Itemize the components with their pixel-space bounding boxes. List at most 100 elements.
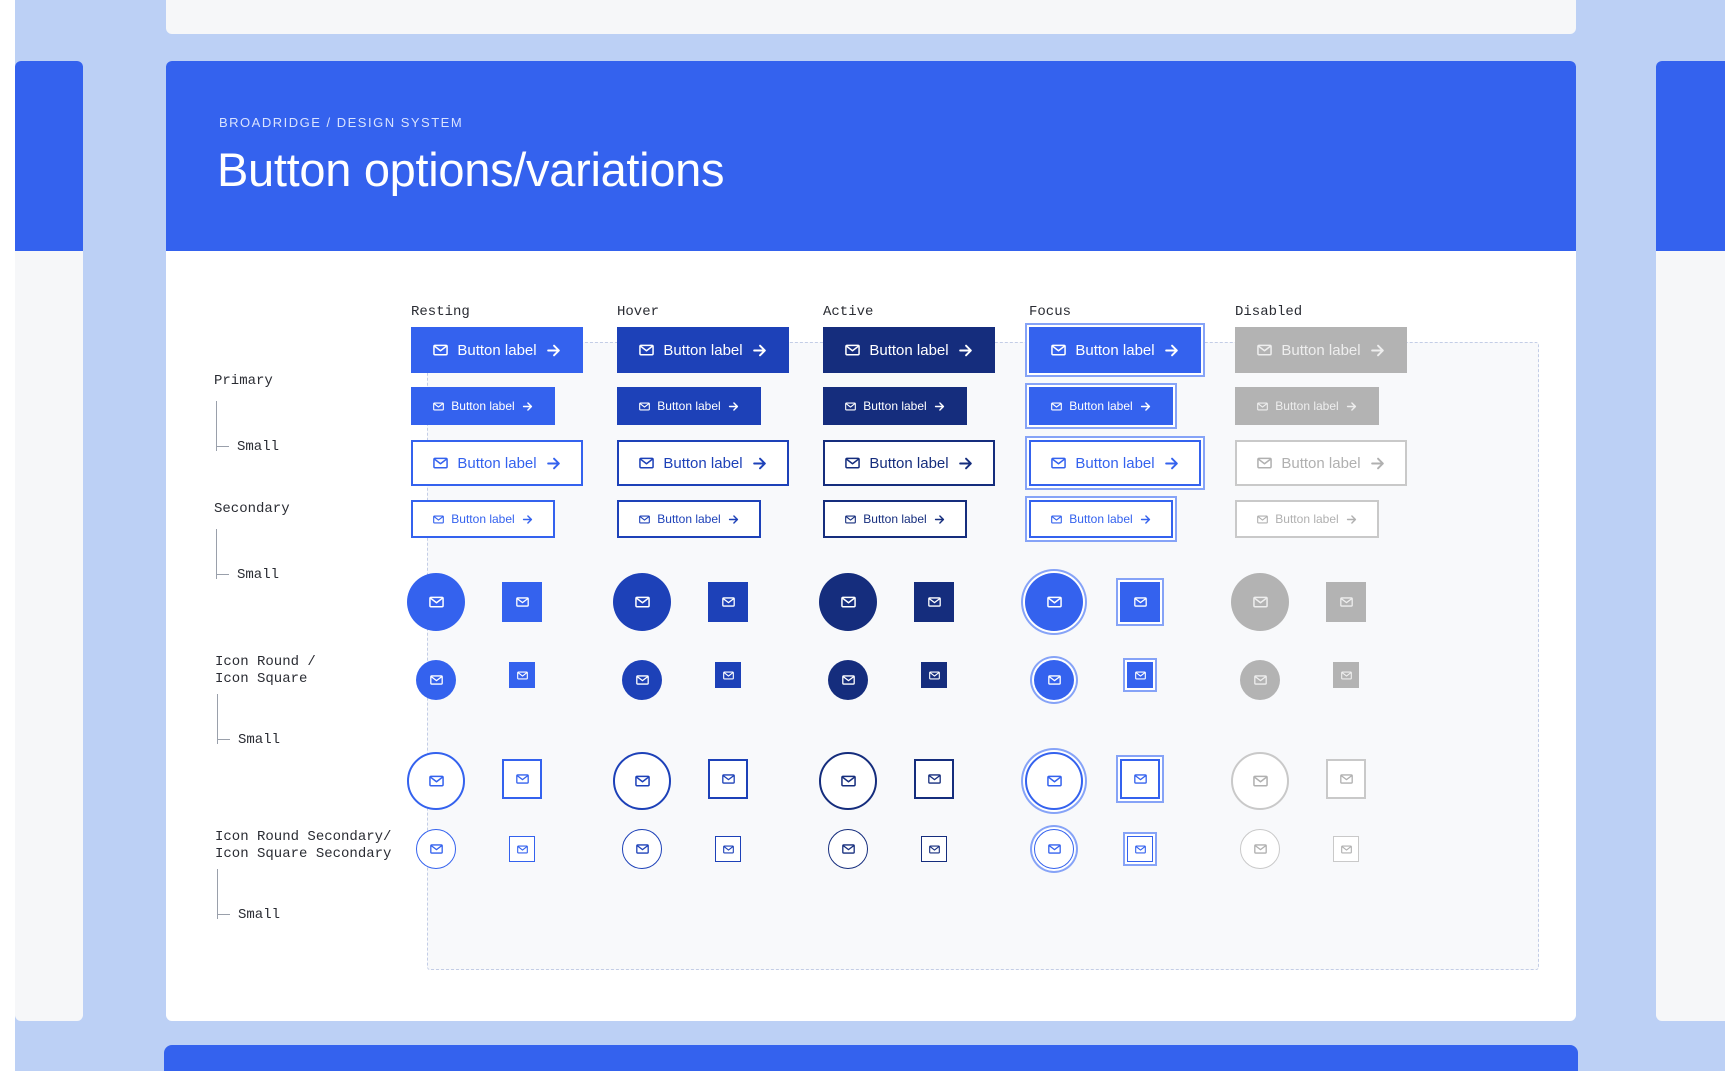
- icon-square-secondary-small-button-disabled: [1326, 759, 1366, 799]
- primary-button-hover[interactable]: Button label: [617, 327, 789, 373]
- row-label-icon-secondary: Icon Round Secondary/ Icon Square Second…: [215, 829, 391, 863]
- icon-square-secondary-small-button-resting[interactable]: [502, 759, 542, 799]
- arrow-right-icon: [728, 514, 739, 525]
- button-label: Button label: [663, 454, 743, 472]
- icon-round-secondary-small-button-active[interactable]: [828, 829, 868, 869]
- icon-round-secondary-button-hover[interactable]: [613, 752, 671, 810]
- primary-button-small-focus[interactable]: Button label: [1029, 387, 1173, 425]
- mail-icon: [927, 774, 941, 784]
- primary-button-small-disabled: Button label: [1235, 387, 1379, 425]
- icon-round-small-button-hover[interactable]: [622, 660, 662, 700]
- mail-icon: [1339, 774, 1353, 784]
- row-label-primary-small: Small: [216, 401, 286, 455]
- secondary-button-hover[interactable]: Button label: [617, 440, 789, 486]
- arrow-right-icon: [522, 401, 533, 412]
- mail-icon: [1252, 775, 1268, 787]
- mail-icon: [1134, 671, 1146, 680]
- button-variations-grid: [427, 342, 1539, 970]
- secondary-button-focus[interactable]: Button label: [1029, 440, 1201, 486]
- icon-square-small-button-hover[interactable]: [715, 662, 741, 688]
- secondary-button-small-resting[interactable]: Button label: [411, 500, 555, 538]
- icon-round-small-button-active[interactable]: [828, 660, 868, 700]
- mail-icon: [634, 596, 650, 608]
- icon-square-secondary-small-button-focus[interactable]: [1120, 759, 1160, 799]
- arrow-right-icon: [1346, 514, 1357, 525]
- button-label: Button label: [1275, 512, 1339, 526]
- icon-square-secondary-small-button-hover[interactable]: [708, 759, 748, 799]
- icon-round-button-resting[interactable]: [407, 573, 465, 631]
- previous-slide-card: [15, 61, 83, 1021]
- icon-square-secondary-small-button-resting[interactable]: [509, 836, 535, 862]
- icon-square-small-button-hover[interactable]: [708, 582, 748, 622]
- secondary-button-small-hover[interactable]: Button label: [617, 500, 761, 538]
- primary-button-active[interactable]: Button label: [823, 327, 995, 373]
- icon-square-secondary-small-button-hover[interactable]: [715, 836, 741, 862]
- icon-round-secondary-small-button-resting[interactable]: [416, 829, 456, 869]
- icon-round-secondary-small-button-focus[interactable]: [1034, 829, 1074, 869]
- mail-icon: [927, 597, 941, 607]
- icon-square-small-button-focus[interactable]: [1127, 662, 1153, 688]
- design-system-slide: BROADRIDGE / DESIGN SYSTEM Button option…: [166, 61, 1576, 1021]
- icon-round-small-button-focus[interactable]: [1034, 660, 1074, 700]
- small-label: Small: [237, 567, 280, 583]
- mail-icon: [1257, 402, 1269, 411]
- icon-round-button-hover[interactable]: [613, 573, 671, 631]
- icon-square-small-button-resting[interactable]: [509, 662, 535, 688]
- icon-round-secondary-button-active[interactable]: [819, 752, 877, 810]
- row-label-icon-small: Small: [217, 694, 287, 748]
- button-label: Button label: [457, 341, 537, 359]
- secondary-button-active[interactable]: Button label: [823, 440, 995, 486]
- icon-round-small-button-resting[interactable]: [416, 660, 456, 700]
- mail-icon: [1047, 675, 1061, 685]
- icon-round-secondary-button-resting[interactable]: [407, 752, 465, 810]
- icon-square-small-button-active[interactable]: [921, 662, 947, 688]
- primary-button-small-hover[interactable]: Button label: [617, 387, 761, 425]
- mail-icon: [1051, 402, 1063, 411]
- secondary-button-resting[interactable]: Button label: [411, 440, 583, 486]
- icon-round-secondary-small-button-hover[interactable]: [622, 829, 662, 869]
- row-label-primary: Primary: [214, 373, 273, 389]
- secondary-button-small-focus[interactable]: Button label: [1029, 500, 1173, 538]
- arrow-right-icon: [1140, 401, 1151, 412]
- mail-icon: [1340, 671, 1352, 680]
- arrow-right-icon: [752, 456, 767, 471]
- button-label: Button label: [1275, 399, 1339, 413]
- icon-square-secondary-small-button-active[interactable]: [921, 836, 947, 862]
- mail-icon: [840, 596, 856, 608]
- primary-button-small-resting[interactable]: Button label: [411, 387, 555, 425]
- icon-square-secondary-small-button-focus[interactable]: [1127, 836, 1153, 862]
- mail-icon: [1046, 596, 1062, 608]
- icon-square-secondary-small-button-active[interactable]: [914, 759, 954, 799]
- arrow-right-icon: [546, 343, 561, 358]
- mail-icon: [928, 671, 940, 680]
- mail-icon: [639, 344, 655, 356]
- primary-button-resting[interactable]: Button label: [411, 327, 583, 373]
- button-label: Button label: [451, 512, 515, 526]
- mail-icon: [841, 675, 855, 685]
- button-label: Button label: [457, 454, 537, 472]
- mail-icon: [639, 457, 655, 469]
- mail-icon: [1253, 675, 1267, 685]
- mail-icon: [428, 596, 444, 608]
- primary-button-focus[interactable]: Button label: [1029, 327, 1201, 373]
- row-label-line: Icon Square: [215, 671, 308, 687]
- icon-square-small-button-resting[interactable]: [502, 582, 542, 622]
- icon-round-secondary-button-focus[interactable]: [1025, 752, 1083, 810]
- mail-icon: [1051, 344, 1067, 356]
- icon-round-button-focus[interactable]: [1025, 573, 1083, 631]
- arrow-right-icon: [1140, 514, 1151, 525]
- mail-icon: [1133, 597, 1147, 607]
- arrow-right-icon: [1370, 456, 1385, 471]
- mail-icon: [1340, 845, 1352, 854]
- icon-round-button-active[interactable]: [819, 573, 877, 631]
- row-label-secondary-small: Small: [216, 529, 286, 583]
- primary-button-small-active[interactable]: Button label: [823, 387, 967, 425]
- icon-square-small-button-focus[interactable]: [1120, 582, 1160, 622]
- arrow-right-icon: [958, 456, 973, 471]
- secondary-button-small-active[interactable]: Button label: [823, 500, 967, 538]
- mail-icon: [845, 515, 857, 524]
- button-label: Button label: [869, 341, 949, 359]
- icon-round-secondary-small-button-disabled: [1240, 829, 1280, 869]
- icon-square-small-button-active[interactable]: [914, 582, 954, 622]
- button-label: Button label: [1069, 512, 1133, 526]
